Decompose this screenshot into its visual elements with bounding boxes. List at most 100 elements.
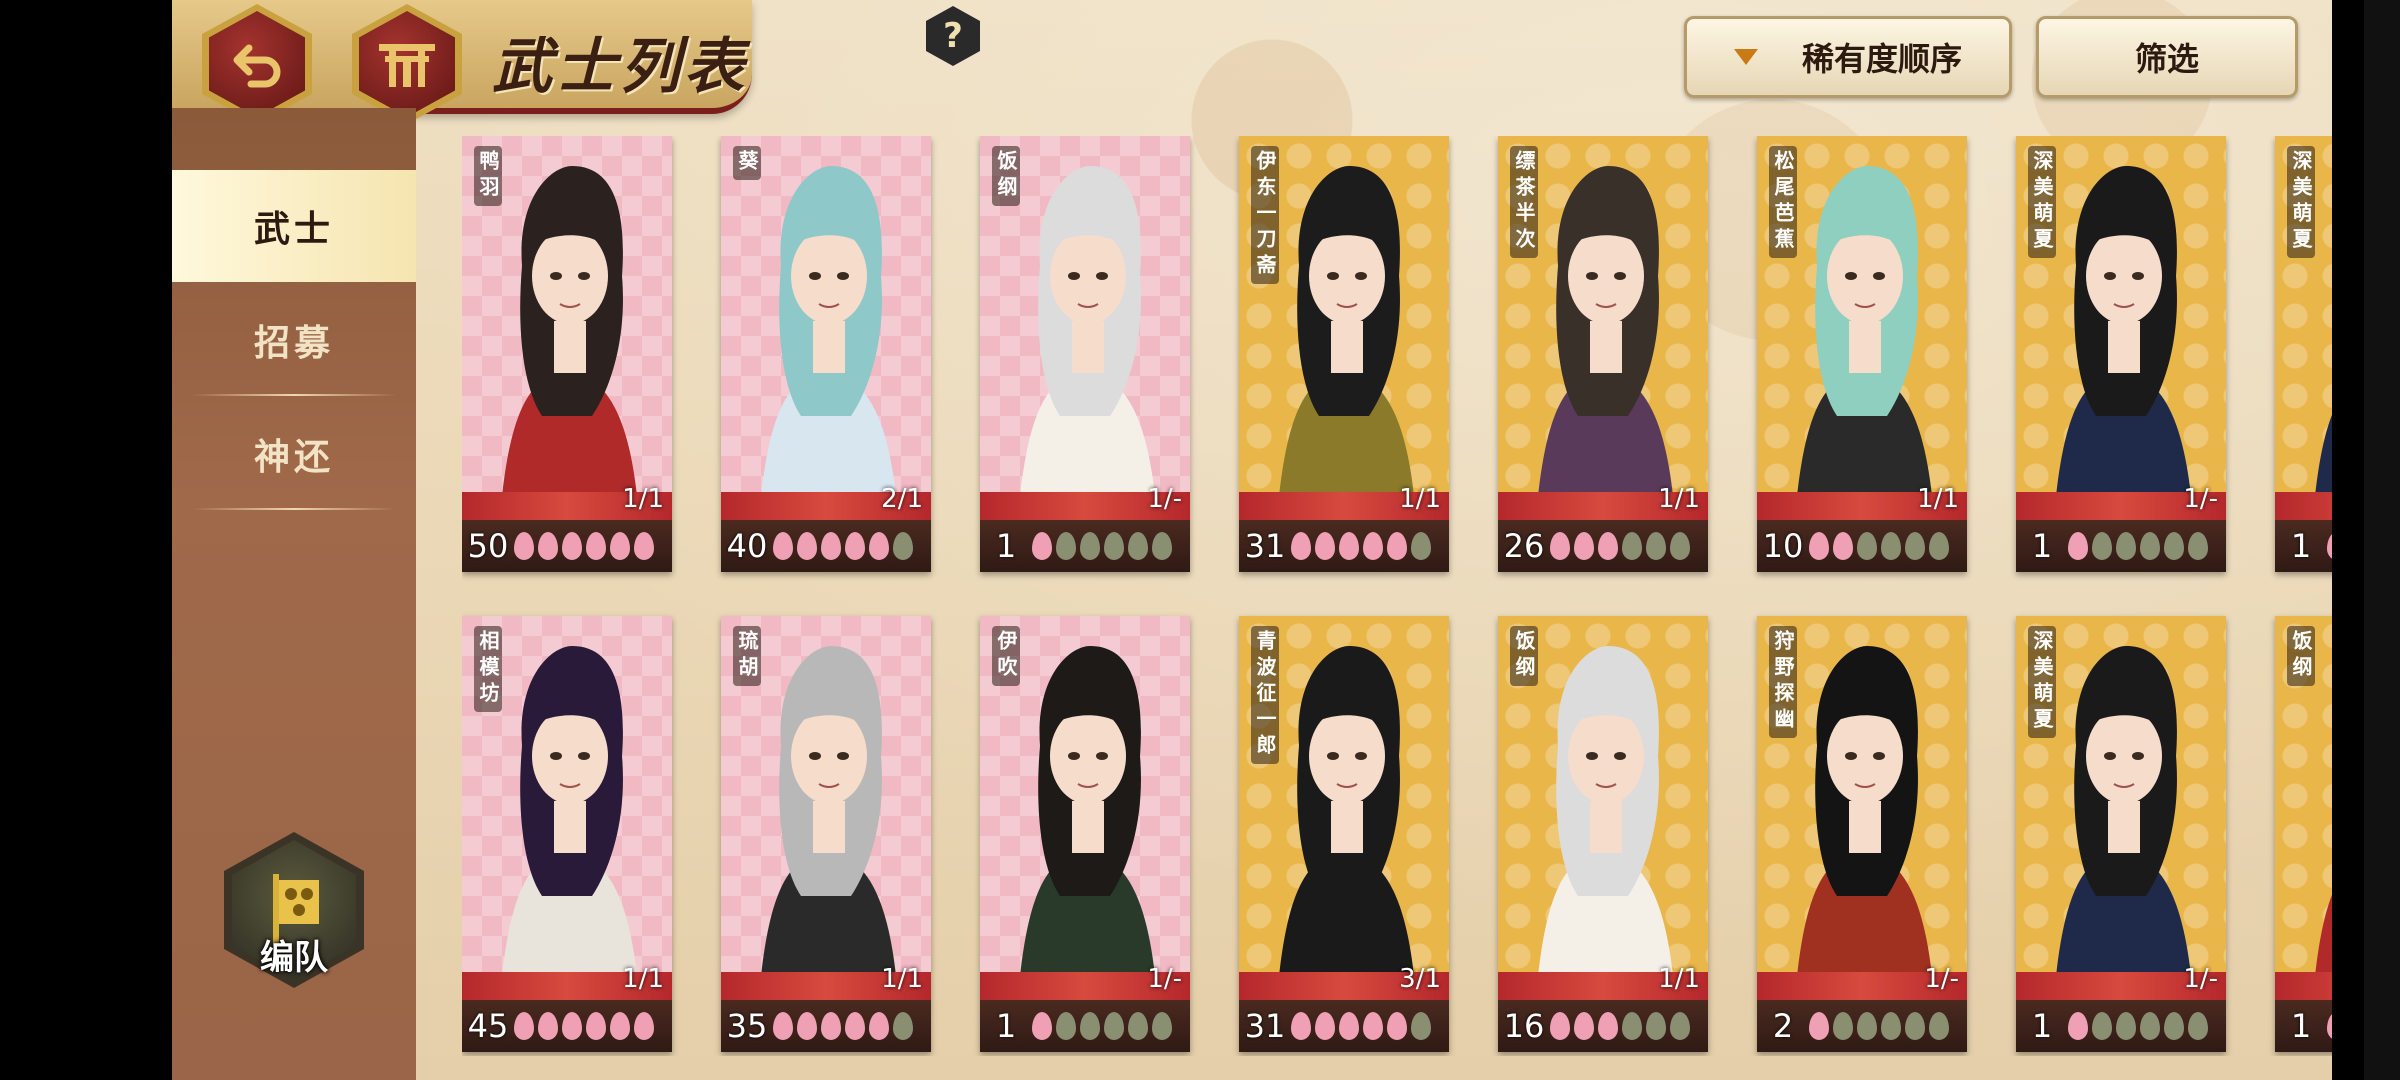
petal-filled-icon [869, 1012, 889, 1040]
card-footer: 50 [462, 520, 672, 572]
character-name: 深美萌夏 [2028, 626, 2056, 738]
character-name: 饭纲 [1510, 626, 1538, 686]
petal-filled-icon [538, 1012, 558, 1040]
character-level: 2 [1772, 1007, 1794, 1045]
character-name: 松尾芭蕉 [1769, 146, 1797, 258]
petal-filled-icon [773, 532, 793, 560]
owned-count: 1/- [1924, 964, 1959, 994]
samurai-card[interactable]: 深美萌夏 1 [2275, 136, 2332, 572]
samurai-card[interactable]: 鸭羽 1/1 50 [462, 136, 672, 572]
samurai-card[interactable]: 饭纲 1/1 16 [1498, 616, 1708, 1052]
samurai-card[interactable]: 狩野探幽 1/- 2 [1757, 616, 1967, 1052]
samurai-card[interactable]: 琉胡 1/1 35 [721, 616, 931, 1052]
samurai-card[interactable]: 葵 2/1 40 [721, 136, 931, 572]
character-name: 饭纲 [992, 146, 1020, 206]
rarity-petals [1291, 532, 1431, 560]
character-name-text: 饭纲 [1512, 630, 1536, 682]
petal-filled-icon [869, 532, 889, 560]
character-name-text: 琉胡 [735, 630, 759, 682]
team-formation-label: 编队 [260, 940, 328, 977]
card-footer: 26 [1498, 520, 1708, 572]
character-level: 1 [995, 1007, 1017, 1045]
character-level: 26 [1503, 527, 1545, 565]
petal-filled-icon [514, 532, 534, 560]
sidebar-item-return[interactable]: 神还 [172, 398, 416, 510]
samurai-card[interactable]: 深美萌夏 1/- 1 [2016, 616, 2226, 1052]
character-name-text: 青波征一郎 [1253, 630, 1277, 760]
petal-empty-icon [1622, 532, 1642, 560]
character-level: 35 [726, 1007, 768, 1045]
card-footer: 35 [721, 1000, 931, 1052]
petal-filled-icon [1598, 532, 1618, 560]
samurai-card[interactable]: 伊吹 1/- 1 [980, 616, 1190, 1052]
character-level: 40 [726, 527, 768, 565]
character-level: 16 [1503, 1007, 1545, 1045]
character-name-text: 葵 [735, 150, 759, 176]
petal-empty-icon [1104, 1012, 1124, 1040]
character-name-text: 深美萌夏 [2289, 150, 2313, 254]
card-footer: 1 [980, 520, 1190, 572]
petal-empty-icon [1080, 532, 1100, 560]
character-level: 1 [2290, 527, 2312, 565]
dropdown-triangle-icon [1733, 49, 1758, 65]
petal-filled-icon [2327, 532, 2332, 560]
petal-filled-icon [2068, 532, 2088, 560]
sidebar-item-samurai[interactable]: 武士 [172, 170, 416, 282]
owned-count: 1/1 [1917, 484, 1959, 514]
petal-filled-icon [538, 532, 558, 560]
sidebar-item-label: 武士 [253, 209, 334, 249]
petal-empty-icon [1411, 1012, 1431, 1040]
petal-filled-icon [797, 1012, 817, 1040]
sort-label: 稀有度顺序 [1801, 41, 1962, 77]
divider [192, 394, 396, 396]
samurai-card[interactable]: 深美萌夏 1/- 1 [2016, 136, 2226, 572]
card-footer: 31 [1239, 1000, 1449, 1052]
petal-filled-icon [773, 1012, 793, 1040]
divider [192, 508, 396, 510]
petal-empty-icon [1128, 1012, 1148, 1040]
rarity-petals [1550, 532, 1690, 560]
sidebar-item-recruit[interactable]: 招募 [172, 284, 416, 396]
rarity-petals [1032, 1012, 1172, 1040]
sort-rarity-button[interactable]: 稀有度顺序 [1684, 16, 2012, 98]
petal-filled-icon [1339, 1012, 1359, 1040]
character-name-text: 松尾芭蕉 [1771, 150, 1795, 254]
petal-empty-icon [1646, 532, 1666, 560]
owned-count: 2/1 [881, 484, 923, 514]
samurai-card[interactable]: 饭纲 1 [2275, 616, 2332, 1052]
petal-filled-icon [2327, 1012, 2332, 1040]
character-name-text: 狩野探幽 [1771, 630, 1795, 734]
rarity-petals [2068, 532, 2208, 560]
petal-filled-icon [634, 1012, 654, 1040]
character-name-text: 伊东一刀斋 [1253, 150, 1277, 280]
samurai-card[interactable]: 相模坊 1/1 45 [462, 616, 672, 1052]
samurai-card[interactable]: 饭纲 1/- 1 [980, 136, 1190, 572]
card-footer: 1 [980, 1000, 1190, 1052]
character-level: 31 [1244, 1007, 1286, 1045]
petal-filled-icon [845, 1012, 865, 1040]
samurai-card[interactable]: 青波征一郎 3/1 31 [1239, 616, 1449, 1052]
petal-empty-icon [1929, 1012, 1949, 1040]
character-name: 缥茶半次 [1510, 146, 1538, 258]
petal-empty-icon [2164, 532, 2184, 560]
character-level: 31 [1244, 527, 1286, 565]
petal-filled-icon [1363, 532, 1383, 560]
petal-filled-icon [1339, 532, 1359, 560]
character-portrait [721, 136, 931, 496]
petal-empty-icon [2188, 532, 2208, 560]
samurai-card[interactable]: 缥茶半次 1/1 26 [1498, 136, 1708, 572]
petal-filled-icon [2068, 1012, 2088, 1040]
petal-filled-icon [1550, 532, 1570, 560]
character-name: 饭纲 [2287, 626, 2315, 686]
petal-empty-icon [2116, 1012, 2136, 1040]
help-button[interactable]: ? [926, 6, 980, 66]
samurai-card[interactable]: 伊东一刀斋 1/1 31 [1239, 136, 1449, 572]
petal-empty-icon [1646, 1012, 1666, 1040]
filter-button[interactable]: 筛选 [2036, 16, 2298, 98]
petal-filled-icon [586, 532, 606, 560]
petal-empty-icon [1857, 1012, 1877, 1040]
character-level: 50 [467, 527, 509, 565]
back-arrow-icon [209, 11, 305, 117]
card-footer: 40 [721, 520, 931, 572]
samurai-card[interactable]: 松尾芭蕉 1/1 10 [1757, 136, 1967, 572]
